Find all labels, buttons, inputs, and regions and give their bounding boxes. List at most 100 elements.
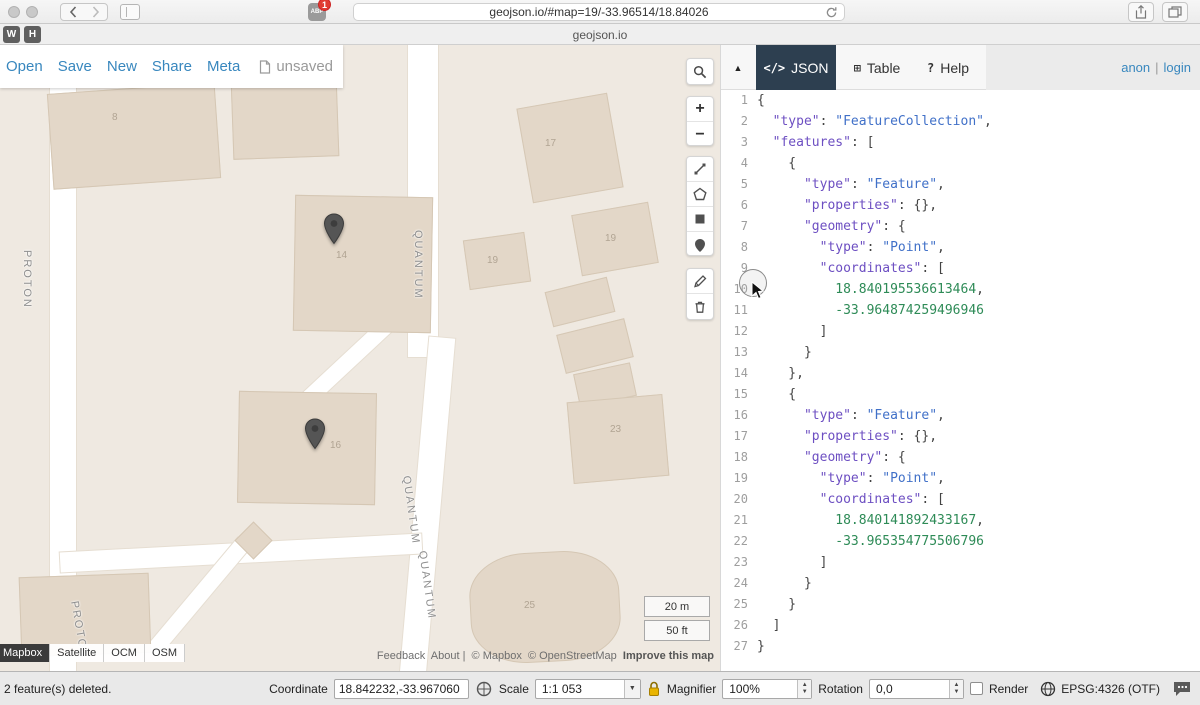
menu-share[interactable]: Share [152,58,192,75]
draw-rectangle-button[interactable] [687,207,713,232]
code-text: 18.840141892433167, [757,510,984,531]
code-line[interactable]: 17 "properties": {}, [721,426,1200,447]
tab-table[interactable]: ⊞ Table [844,45,910,90]
epsg-globe-icon [1040,681,1056,697]
code-line[interactable]: 27} [721,636,1200,657]
scale-combobox[interactable]: 1:1 053 ▼ [535,679,641,699]
line-number: 15 [721,384,757,405]
code-line[interactable]: 6 "properties": {}, [721,195,1200,216]
code-line[interactable]: 5 "type": "Feature", [721,174,1200,195]
feedback-link[interactable]: Feedback [377,650,425,662]
layer-mapbox[interactable]: Mapbox [0,644,50,662]
line-number: 12 [721,321,757,342]
magnifier-stepper[interactable]: ▲▼ [797,680,811,698]
edit-button[interactable] [687,269,713,294]
address-bar[interactable]: geojson.io/#map=19/-33.96514/18.84026 [353,3,845,21]
window-control-dot[interactable] [26,6,38,18]
layer-switcher: Mapbox Satellite OCM OSM [0,644,185,662]
about-link[interactable]: About [431,650,460,662]
layer-osm[interactable]: OSM [145,644,185,662]
code-text: "type": "Feature", [757,405,945,426]
search-button[interactable] [687,59,713,85]
scale-lock-button[interactable] [647,681,661,697]
code-line[interactable]: 8 "type": "Point", [721,237,1200,258]
draw-marker-button[interactable] [687,232,713,256]
tab-json-label: JSON [791,60,828,76]
menu-save[interactable]: Save [58,58,92,75]
delete-button[interactable] [687,294,713,319]
log-messages-button[interactable] [1172,680,1192,697]
code-line[interactable]: 4 { [721,153,1200,174]
window-control-dot[interactable] [8,6,20,18]
code-line[interactable]: 10 18.840195536613464, [721,279,1200,300]
menu-open[interactable]: Open [6,58,43,75]
map-canvas[interactable]: 8 14 17 19 19 23 25 16 PROTON QUANTUM QU… [0,45,720,671]
draw-line-button[interactable] [687,157,713,182]
building-number: 17 [545,138,556,149]
magnifier-spinbox[interactable]: 100% ▲▼ [722,679,812,699]
rotation-stepper[interactable]: ▲▼ [949,680,963,698]
code-line[interactable]: 3 "features": [ [721,132,1200,153]
layer-satellite[interactable]: Satellite [50,644,104,662]
osm-link[interactable]: © OpenStreetMap [528,650,617,662]
building-number: 8 [112,112,118,123]
rotation-spinbox[interactable]: 0,0 ▲▼ [869,679,964,699]
tab-overview-button[interactable] [1162,2,1188,22]
code-line[interactable]: 2 "type": "FeatureCollection", [721,111,1200,132]
mouse-position-button[interactable] [475,680,493,698]
code-line[interactable]: 24 } [721,573,1200,594]
code-line[interactable]: 1{ [721,90,1200,111]
tab-json[interactable]: </> JSON [756,45,836,90]
code-line[interactable]: 21 18.840141892433167, [721,510,1200,531]
code-line[interactable]: 9 "coordinates": [ [721,258,1200,279]
code-line[interactable]: 22 -33.965354775506796 [721,531,1200,552]
tab-help[interactable]: ? Help [918,45,978,90]
zoom-out-button[interactable]: − [687,122,713,146]
reload-button[interactable] [825,6,838,24]
panel-header: ▲ </> JSON ⊞ Table ? Help anon | login [721,45,1200,90]
code-line[interactable]: 15 { [721,384,1200,405]
code-line[interactable]: 16 "type": "Feature", [721,405,1200,426]
code-line[interactable]: 14 }, [721,363,1200,384]
code-line[interactable]: 20 "coordinates": [ [721,489,1200,510]
crs-button[interactable]: EPSG:4326 (OTF) [1034,679,1166,699]
active-tab[interactable]: geojson.io [0,24,1200,45]
map-marker-pin[interactable] [303,418,327,450]
mapbox-link[interactable]: © Mapbox [472,650,522,662]
sidebar-icon[interactable] [120,4,140,20]
code-line[interactable]: 19 "type": "Point", [721,468,1200,489]
content: 8 14 17 19 19 23 25 16 PROTON QUANTUM QU… [0,45,1200,671]
code-line[interactable]: 25 } [721,594,1200,615]
login-link[interactable]: login [1164,60,1191,75]
menu-new[interactable]: New [107,58,137,75]
search-icon [693,65,707,79]
code-line[interactable]: 7 "geometry": { [721,216,1200,237]
render-checkbox[interactable] [970,682,983,695]
code-line[interactable]: 18 "geometry": { [721,447,1200,468]
code-text: } [757,342,812,363]
coordinate-input[interactable] [334,679,469,699]
map-building [467,548,623,666]
code-line[interactable]: 12 ] [721,321,1200,342]
draw-marker-icon [693,238,707,252]
json-editor[interactable]: 1{2 "type": "FeatureCollection",3 "featu… [721,90,1200,671]
code-line[interactable]: 13 } [721,342,1200,363]
code-line[interactable]: 11 -33.964874259496946 [721,300,1200,321]
share-button[interactable] [1128,2,1154,22]
draw-polygon-button[interactable] [687,182,713,207]
code-text: "properties": {}, [757,426,937,447]
code-line[interactable]: 23 ] [721,552,1200,573]
map-marker-pin[interactable] [322,213,346,245]
improve-map-link[interactable]: Improve this map [623,650,714,662]
back-button[interactable] [61,4,84,20]
forward-button[interactable] [84,4,107,20]
collapse-panel-button[interactable]: ▲ [729,59,747,77]
menu-meta[interactable]: Meta [207,58,240,75]
code-line[interactable]: 26 ] [721,615,1200,636]
line-number: 19 [721,468,757,489]
magnifier-label: Magnifier [667,682,716,696]
layer-ocm[interactable]: OCM [104,644,145,662]
scale-dropdown-icon[interactable]: ▼ [624,680,640,698]
code-text: "geometry": { [757,216,906,237]
zoom-in-button[interactable]: + [687,97,713,122]
